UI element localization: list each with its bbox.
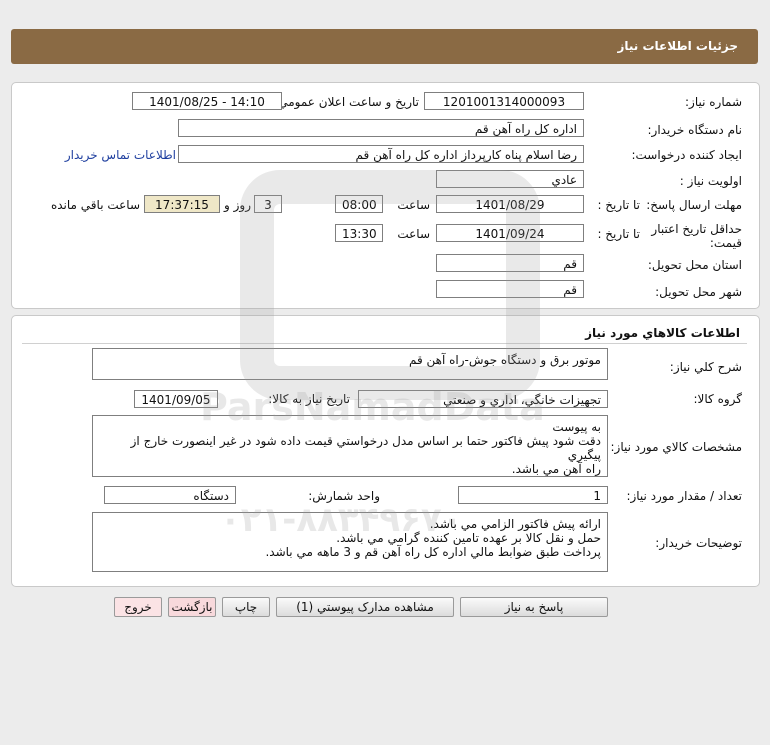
unit-label: واحد شمارش:: [308, 489, 380, 503]
buyer-field: اداره کل راه آهن قم: [178, 119, 584, 137]
city-field: قم: [436, 280, 584, 298]
city-label: شهر محل تحويل:: [655, 285, 742, 299]
back-button[interactable]: بازگشت: [168, 597, 216, 617]
goods-group-label: گروه کالا:: [693, 392, 743, 406]
remaining-time-field: 17:37:15: [144, 195, 220, 213]
deadline-label: مهلت ارسال پاسخ:: [646, 198, 742, 212]
specs-label: مشخصات کالاي مورد نياز:: [610, 440, 742, 454]
province-field: قم: [436, 254, 584, 272]
need-number-field: 1201001314000093: [424, 92, 584, 110]
general-desc-label: شرح کلي نياز:: [669, 360, 742, 374]
deadline-date-field: 1401/08/29: [436, 195, 584, 213]
specs-field: به پيوست دقت شود پيش فاکتور حتما بر اساس…: [92, 415, 608, 477]
specs-line: راه آهن مي باشد.: [511, 462, 601, 476]
goods-section-title: اطلاعات کالاهاي مورد نياز: [585, 326, 740, 340]
priority-label: اولويت نياز :: [679, 174, 742, 188]
need-date-field: 1401/09/05: [134, 390, 218, 408]
buyer-contact-link[interactable]: اطلاعات تماس خريدار: [65, 148, 176, 162]
section-divider: [22, 343, 747, 344]
remaining-time-label: ساعت باقي مانده: [50, 198, 140, 212]
buyer-notes-line: پرداخت طبق ضوابط مالي اداره کل راه آهن ق…: [265, 545, 601, 559]
unit-field: دستگاه: [104, 486, 236, 504]
days-label: روز و: [224, 198, 251, 212]
announce-field: 1401/08/25 - 14:10: [132, 92, 282, 110]
specs-line: به پيوست: [552, 420, 601, 434]
buyer-notes-line: حمل و نقل کالا بر عهده تامين کننده گرامي…: [336, 531, 601, 545]
specs-line: دقت شود پيش فاکتور حتما بر اساس مدل درخو…: [130, 434, 601, 462]
validity-to-date-label: تا تاريخ :: [597, 227, 640, 241]
buyer-notes-line: ارائه پيش فاکتور الزامي مي باشد.: [429, 517, 601, 531]
general-desc-field: موتور برق و دستگاه جوش-راه آهن قم: [92, 348, 608, 380]
page-header: جزئيات اطلاعات نياز: [11, 29, 758, 64]
province-label: استان محل تحويل:: [647, 258, 742, 272]
days-remaining-field: 3: [254, 195, 282, 213]
page-title: جزئيات اطلاعات نياز: [617, 39, 738, 53]
validity-time-label: ساعت: [397, 227, 430, 241]
creator-field: رضا اسلام پناه کارپرداز اداره کل راه آهن…: [178, 145, 584, 163]
validity-time-field: 13:30: [335, 224, 383, 242]
deadline-time-label: ساعت: [397, 198, 430, 212]
validity-label: حداقل تاريخ اعتبار قيمت:: [651, 222, 742, 250]
deadline-to-date-label: تا تاريخ :: [597, 198, 640, 212]
buyer-notes-field: ارائه پيش فاکتور الزامي مي باشد. حمل و ن…: [92, 512, 608, 572]
reply-button[interactable]: پاسخ به نياز: [460, 597, 608, 617]
announce-label: تاريخ و ساعت اعلان عمومي:: [274, 95, 419, 109]
validity-date-field: 1401/09/24: [436, 224, 584, 242]
creator-label: ايجاد کننده درخواست:: [631, 148, 742, 162]
goods-group-field: تجهيزات خانگي، اداري و صنعتي: [358, 390, 608, 408]
need-info-panel: [11, 82, 760, 309]
quantity-field: 1: [458, 486, 608, 504]
view-attachments-button[interactable]: مشاهده مدارک پيوستي (1): [276, 597, 454, 617]
priority-field: عادي: [436, 170, 584, 188]
need-number-label: شماره نياز:: [685, 95, 742, 109]
print-button[interactable]: چاپ: [222, 597, 270, 617]
buyer-notes-label: توضيحات خريدار:: [655, 536, 742, 550]
exit-button[interactable]: خروج: [114, 597, 162, 617]
need-date-label: تاريخ نياز به کالا:: [268, 392, 350, 406]
deadline-time-field: 08:00: [335, 195, 383, 213]
buyer-label: نام دستگاه خريدار:: [647, 123, 743, 137]
quantity-label: تعداد / مقدار مورد نياز:: [626, 489, 742, 503]
